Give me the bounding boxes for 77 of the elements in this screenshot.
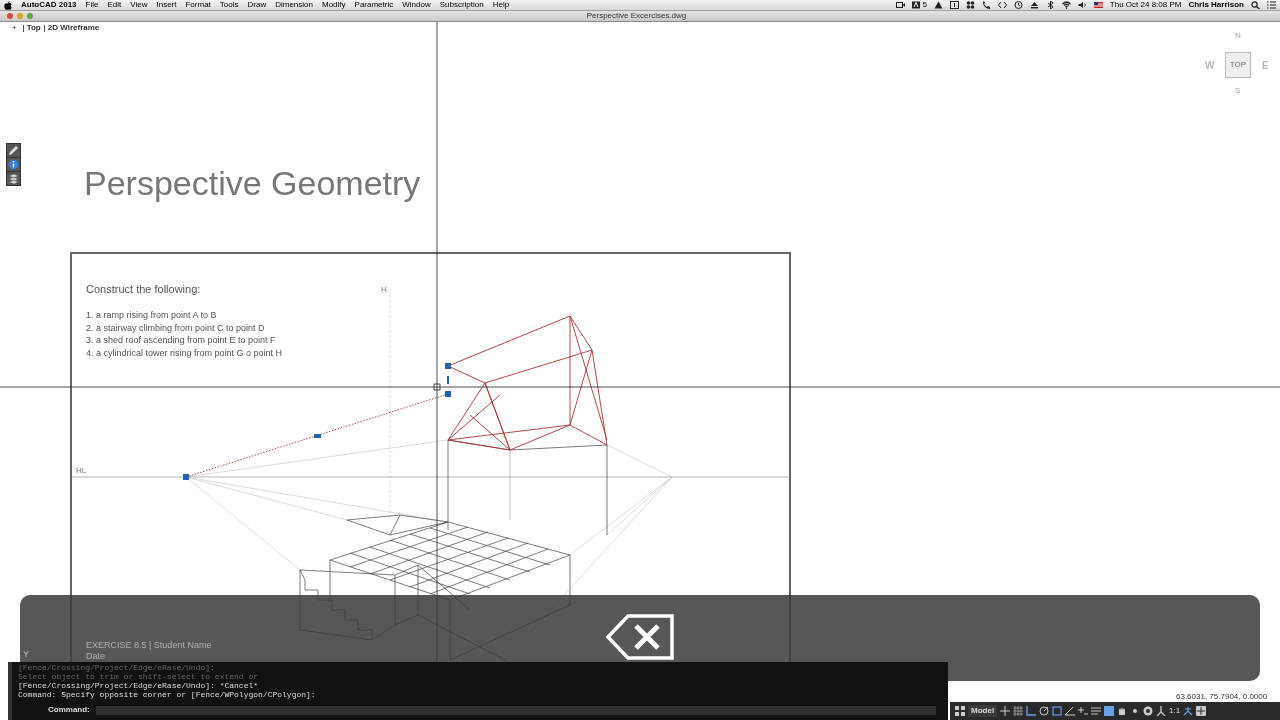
task-item: 4. a cylindrical tower rising from point G o point H <box>86 346 283 359</box>
menu-item[interactable]: Dimension <box>275 0 313 11</box>
menu-item[interactable]: Insert <box>156 0 177 11</box>
menu-item[interactable]: Subscription <box>439 0 484 11</box>
grid-icon[interactable] <box>1013 706 1024 716</box>
menu-item[interactable]: Edit <box>107 0 122 11</box>
plus-line-icon[interactable] <box>1078 706 1089 716</box>
menu-item[interactable]: Modify <box>322 0 346 11</box>
lines-icon[interactable] <box>1091 706 1102 716</box>
view-label[interactable]: Top <box>26 22 41 34</box>
flag-icon[interactable] <box>1093 1 1103 9</box>
menu-item[interactable]: Parametric <box>354 0 394 11</box>
eject-icon[interactable] <box>1029 1 1039 9</box>
viewport-menu[interactable]: + <box>12 22 20 34</box>
brackets-icon[interactable] <box>997 1 1007 9</box>
workspace-icon[interactable] <box>1196 706 1207 716</box>
menu-item[interactable]: Tools <box>219 0 239 11</box>
annotation-scale[interactable]: 1:1 <box>1169 705 1181 717</box>
task-item: 3. a shed roof ascending from point E to point F <box>86 334 277 347</box>
ortho-icon[interactable] <box>1026 706 1037 716</box>
horizon-label: HL <box>76 465 87 477</box>
window-title: Perspective Excercises.dwg <box>586 11 687 21</box>
height-label: H <box>381 284 387 296</box>
menu-item[interactable]: Format <box>185 0 211 11</box>
text-box-icon[interactable] <box>949 1 959 9</box>
user-name[interactable]: Chris Harrison <box>1188 0 1244 11</box>
info-icon[interactable] <box>7 158 20 171</box>
angle-icon[interactable] <box>1065 706 1076 716</box>
drawing-title: Perspective Geometry <box>84 163 421 204</box>
bluetooth-icon[interactable] <box>1045 1 1055 9</box>
menu-item[interactable]: Window <box>402 0 431 11</box>
command-history-line: [Fence/Crossing/Project/Edge/eRase/Undo]: *Cancel* <box>18 681 260 690</box>
menu-item[interactable]: Help <box>492 0 510 11</box>
command-history-line: [Fence/Crossing/Project/Edge/eRase/Undo]: <box>18 663 216 672</box>
command-history-line: Command: Specify opposite corner or [Fence/WPolygon/CPolygon]: <box>18 690 316 699</box>
list-icon[interactable] <box>1267 1 1276 9</box>
instructions-heading: Construct the following: <box>86 282 201 297</box>
triangle-icon[interactable] <box>933 1 943 9</box>
update-count: 5 <box>922 0 927 11</box>
figure-icon[interactable] <box>1183 706 1194 716</box>
steering-wheel-icon[interactable] <box>1143 706 1154 716</box>
task-item: 1. a ramp rising from point A to B <box>86 309 218 322</box>
apple-menu-icon[interactable] <box>4 0 12 10</box>
menu-item[interactable]: View <box>130 0 148 11</box>
pencil-icon[interactable] <box>7 144 20 157</box>
coordinates-readout: 63.6031, 75.7904, 0.0000 <box>1176 691 1268 703</box>
wifi-icon[interactable] <box>1061 1 1071 9</box>
adobe-icon[interactable] <box>912 1 922 9</box>
speaker-icon[interactable] <box>1077 1 1087 9</box>
square-icon[interactable] <box>1104 706 1115 716</box>
search-icon[interactable] <box>1251 1 1260 9</box>
phone-icon[interactable] <box>981 1 991 9</box>
ucs-axis-label: Y <box>23 648 29 661</box>
menu-clock[interactable]: Thu Oct 24 8:08 PM <box>1109 0 1182 11</box>
command-history-line: Select object to trim or shift-select to extend or <box>18 672 260 681</box>
backspace-icon <box>606 614 674 660</box>
title-block-text: EXERCISE 8.5 | Student Name <box>86 640 212 651</box>
grid-layout-icon[interactable] <box>955 706 965 716</box>
layers-icon[interactable] <box>7 172 20 185</box>
command-input[interactable] <box>95 705 936 715</box>
app-menu[interactable]: AutoCAD 2013 <box>21 0 77 11</box>
menu-item[interactable]: Draw <box>247 0 267 11</box>
layout-tab[interactable]: Model <box>968 705 998 717</box>
close-button[interactable] <box>7 13 13 19</box>
annotation-icon[interactable] <box>1156 706 1167 716</box>
view-cube-face[interactable]: TOP <box>1225 52 1251 78</box>
menu-item[interactable]: File <box>85 0 99 11</box>
command-prompt: Command: <box>48 704 90 716</box>
polar-icon[interactable] <box>1039 706 1050 716</box>
clover-icon[interactable] <box>965 1 975 9</box>
visual-style-label[interactable]: 2D Wireframe <box>47 22 100 34</box>
video-camera-icon[interactable] <box>896 1 906 9</box>
clock-icon[interactable] <box>1013 1 1023 9</box>
crosshair-icon[interactable] <box>1000 706 1011 716</box>
date-label: Date <box>86 651 106 662</box>
task-item: 2. a stairway climbing from point C to point D <box>86 321 266 334</box>
object-snap-icon[interactable] <box>1052 706 1063 716</box>
